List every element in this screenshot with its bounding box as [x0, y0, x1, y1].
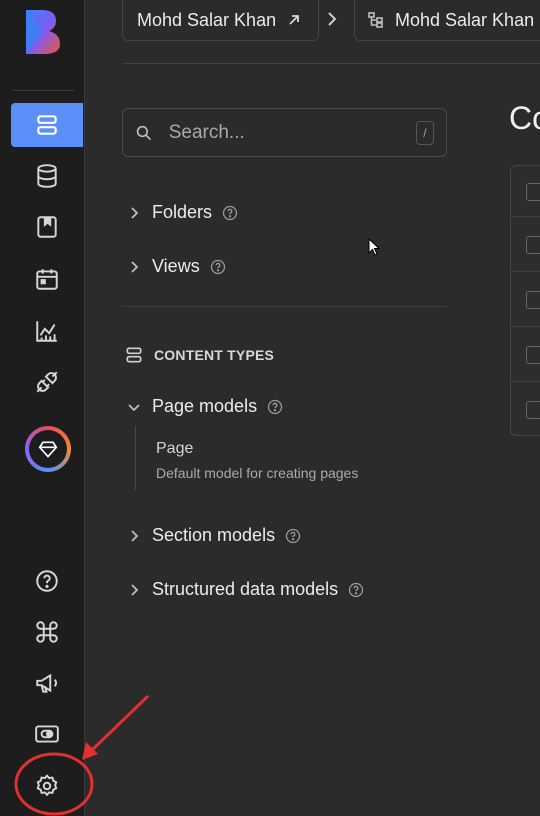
- tree-item-structured-data-models[interactable]: Structured data models: [126, 579, 364, 600]
- sidebar-item-help[interactable]: [11, 559, 83, 603]
- content-types-label: CONTENT TYPES: [154, 347, 275, 363]
- plug-icon: [36, 371, 58, 393]
- annotation-arrow: [88, 694, 150, 754]
- chevron-right-icon: [131, 529, 139, 542]
- chevron-right-icon: [131, 260, 139, 273]
- search-shortcut-key: /: [415, 120, 434, 145]
- mouse-cursor-icon: [368, 238, 380, 256]
- sidebar-item-content[interactable]: [11, 103, 83, 147]
- page-model-title: Page: [156, 440, 194, 457]
- help-icon[interactable]: [210, 259, 226, 275]
- tree-item-section-models[interactable]: Section models: [126, 525, 301, 546]
- help-icon[interactable]: [267, 399, 283, 415]
- chevron-down-icon: [128, 403, 140, 411]
- section-divider: [122, 306, 447, 307]
- search-box[interactable]: /: [122, 108, 447, 157]
- search-icon: [136, 125, 152, 140]
- table-row-divider: [511, 326, 540, 327]
- main-title: Co: [509, 100, 540, 136]
- sidebar-item-calendar[interactable]: [11, 257, 83, 301]
- breadcrumb-environment-label: Mohd Salar Khan: [395, 9, 535, 30]
- breadcrumb-project-label: Mohd Salar Khan: [137, 9, 277, 30]
- sidebar-item-database[interactable]: [11, 154, 83, 198]
- row-checkbox[interactable]: [526, 183, 540, 201]
- toggle-card-icon: [35, 725, 59, 743]
- settings-gear-icon: [36, 774, 58, 797]
- top-divider: [122, 63, 540, 64]
- help-icon[interactable]: [222, 205, 238, 221]
- page-model-item[interactable]: Page Default model for creating pages: [135, 426, 376, 490]
- tree-item-page-models[interactable]: Page models: [126, 396, 283, 417]
- sidebar: [0, 0, 85, 816]
- database-icon: [37, 164, 57, 188]
- help-icon[interactable]: [348, 582, 364, 598]
- row-checkbox[interactable]: [526, 346, 540, 364]
- help-icon[interactable]: [285, 528, 301, 544]
- table-row-divider: [511, 381, 540, 382]
- tree-item-views[interactable]: Views: [126, 256, 226, 277]
- tree-label-folders: Folders: [152, 202, 213, 222]
- bookmark-book-icon: [37, 216, 57, 238]
- chevron-right-icon: [326, 8, 338, 36]
- content-stack-icon: [126, 347, 142, 363]
- top-bar: Mohd Salar Khan Mohd Salar Khan: [86, 0, 540, 63]
- command-icon: [36, 621, 58, 643]
- tree-label-views: Views: [152, 256, 200, 276]
- breadcrumb-project[interactable]: Mohd Salar Khan: [122, 0, 319, 41]
- sidebar-item-analytics[interactable]: [11, 309, 83, 353]
- breadcrumb-environment[interactable]: Mohd Salar Khan: [354, 0, 540, 41]
- chevron-right-icon: [131, 206, 139, 219]
- search-input[interactable]: [166, 120, 416, 145]
- sidebar-item-announcements[interactable]: [11, 661, 83, 705]
- sidebar-item-integrations[interactable]: [11, 360, 83, 404]
- table-row-divider: [511, 216, 540, 217]
- row-checkbox[interactable]: [526, 236, 540, 254]
- sidebar-divider: [12, 90, 74, 91]
- app-logo[interactable]: [22, 6, 64, 56]
- diamond-upgrade-icon: [38, 441, 58, 458]
- tree-item-folders[interactable]: Folders: [126, 202, 238, 223]
- external-link-icon: [289, 15, 299, 25]
- row-checkbox[interactable]: [526, 401, 540, 419]
- chevron-right-icon: [131, 583, 139, 596]
- analytics-chart-icon: [36, 321, 57, 342]
- content-table: [510, 165, 540, 436]
- tree-label-page-models: Page models: [152, 396, 258, 416]
- sidebar-item-bookmarks[interactable]: [11, 205, 83, 249]
- table-row-divider: [511, 271, 540, 272]
- help-circle-icon: [36, 570, 58, 592]
- tree-label-section-models: Section models: [152, 525, 276, 545]
- content-stack-icon: [37, 115, 57, 135]
- sidebar-item-command[interactable]: [11, 610, 83, 654]
- row-checkbox[interactable]: [526, 291, 540, 309]
- sidebar-item-toggle[interactable]: [11, 712, 83, 756]
- sidebar-item-settings[interactable]: [11, 764, 83, 808]
- branch-tree-icon: [368, 12, 383, 28]
- calendar-icon: [36, 269, 58, 290]
- content-types-heading: CONTENT TYPES: [124, 345, 274, 365]
- upgrade-badge[interactable]: [25, 426, 71, 472]
- megaphone-icon: [36, 673, 57, 693]
- tree-label-structured-data-models: Structured data models: [152, 579, 339, 599]
- page-model-description: Default model for creating pages: [156, 465, 359, 481]
